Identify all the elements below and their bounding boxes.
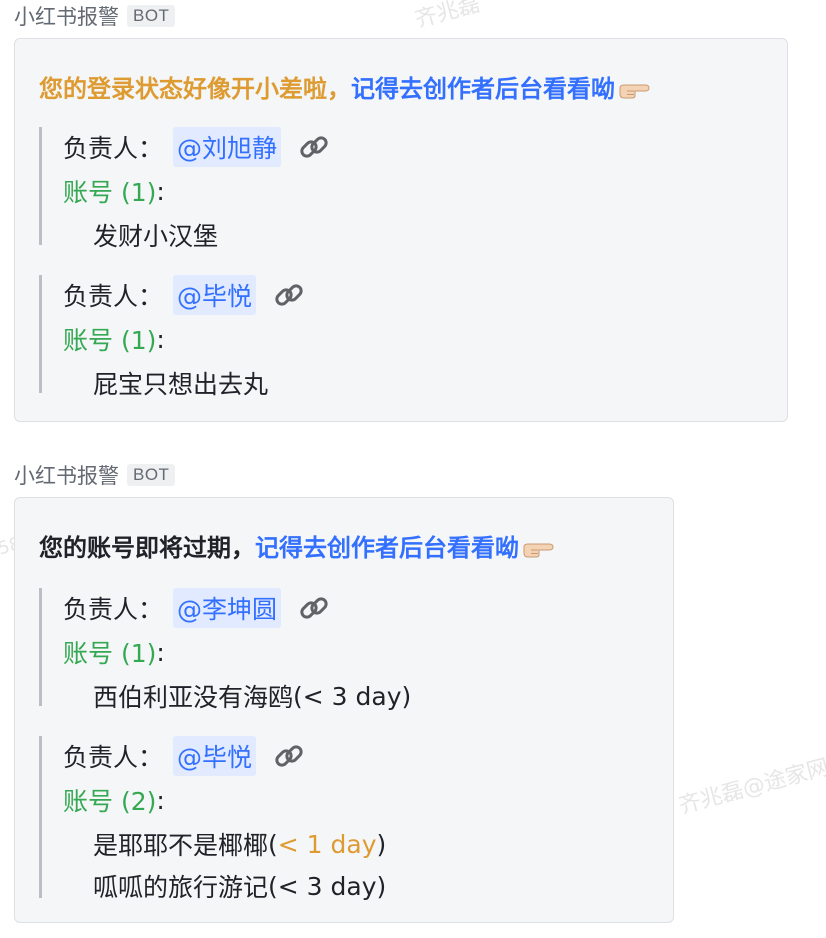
creator-dashboard-link[interactable]: 记得去创作者后台看看呦 [255,528,519,563]
owner-block [39,588,64,706]
account-expiry-close: < 3 day) [277,871,387,901]
account-item: 屁宝只想出去丸 [93,365,268,401]
card-title-main: 您的登录状态好像开小差啦， [39,75,351,103]
bot-badge: BOT [127,464,176,486]
account-name: 西伯利亚没有海鸥 [93,683,294,712]
link-icon[interactable] [297,591,331,625]
owner-label: 负责人： [63,134,164,163]
owner-row: 负责人： @毕悦 [63,736,306,776]
account-expiry-open: ( [268,871,278,901]
account-colon: : [156,785,165,815]
account-row: 账号 (1) : [63,321,165,357]
account-item: 是耶耶不是椰椰 ( < 1 day ) [93,826,386,862]
account-colon: : [156,324,165,354]
owner-block [39,127,64,245]
owner-row: 负责人： @刘旭静 [63,127,331,167]
account-label: 账号 (1) [63,639,157,668]
bot-badge: BOT [127,5,176,27]
link-icon[interactable] [272,278,306,312]
pointing-hand-icon [521,537,555,557]
sender-row: 小红书报警 BOT [14,460,176,490]
owner-label: 负责人： [63,743,164,772]
account-row: 账号 (1) : [63,634,165,670]
pointing-hand-icon [617,78,651,98]
watermark: 齐兆磊 [412,0,483,34]
owner-block [39,275,64,393]
account-item: 发财小汉堡 [93,217,218,253]
owner-mention[interactable]: @刘旭静 [173,127,282,167]
account-colon: : [156,176,165,206]
account-row: 账号 (2) : [63,782,165,818]
account-expiry-close: < 3 day) [302,681,412,711]
alert-card: 您的登录状态好像开小差啦， 记得去创作者后台看看呦 负责人： @刘旭静 账号 (… [14,38,788,422]
account-label: 账号 (1) [63,178,157,207]
account-item: 西伯利亚没有海鸥 ( < 3 day) [93,678,411,714]
card-title-main: 您的账号即将过期， [39,534,255,562]
owner-mention[interactable]: @李坤圆 [173,588,282,628]
link-icon[interactable] [297,130,331,164]
account-name: 发财小汉堡 [93,222,219,251]
sender-name[interactable]: 小红书报警 [14,1,119,31]
account-name: 呱呱的旅行游记 [93,873,269,902]
creator-dashboard-link[interactable]: 记得去创作者后台看看呦 [351,69,615,104]
owner-row: 负责人： @毕悦 [63,275,306,315]
watermark: 齐兆磊@途家网 0 [676,750,826,820]
account-expiry-open: ( [268,829,278,859]
owner-block [39,736,64,898]
account-colon: : [156,637,165,667]
owner-row: 负责人： @李坤圆 [63,588,331,628]
account-label: 账号 (1) [63,326,157,355]
sender-name[interactable]: 小红书报警 [14,460,119,490]
account-label: 账号 (2) [63,787,157,816]
owner-label: 负责人： [63,595,164,624]
card-title: 您的账号即将过期， 记得去创作者后台看看呦 [39,528,555,563]
account-expiry-close: ) [376,829,387,859]
owner-mention[interactable]: @毕悦 [173,736,257,776]
account-row: 账号 (1) : [63,173,165,209]
owner-label: 负责人： [63,282,164,311]
account-name: 屁宝只想出去丸 [93,370,269,399]
account-name: 是耶耶不是椰椰 [93,831,269,860]
card-title: 您的登录状态好像开小差啦， 记得去创作者后台看看呦 [39,69,651,104]
account-expiry-open: ( [293,681,303,711]
alert-card: 您的账号即将过期， 记得去创作者后台看看呦 负责人： @李坤圆 账号 (1):… [14,497,674,923]
account-expiry-warning: < 1 day [277,829,377,859]
owner-mention[interactable]: @毕悦 [173,275,257,315]
sender-row: 小红书报警 BOT [14,1,176,31]
link-icon[interactable] [272,739,306,773]
account-item: 呱呱的旅行游记 ( < 3 day) [93,868,386,904]
